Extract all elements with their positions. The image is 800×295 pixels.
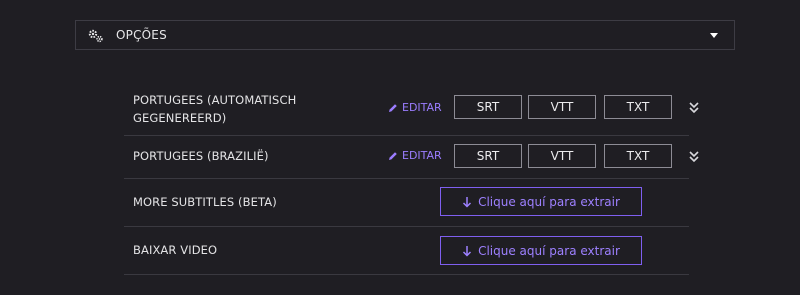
pencil-icon bbox=[389, 151, 397, 160]
edit-link[interactable]: EDITAR bbox=[388, 101, 442, 114]
edit-link[interactable]: EDITAR bbox=[388, 149, 442, 162]
txt-download-button[interactable]: TXT bbox=[604, 144, 672, 168]
download-video-label: BAIXAR VIDEO bbox=[133, 243, 218, 257]
subtitle-row-auto: PORTUGEES (AUTOMATISCH GEGENEREERD) EDIT… bbox=[124, 89, 699, 136]
extract-subtitles-button[interactable]: Clique aquí para extrair bbox=[440, 187, 642, 216]
arrow-down-icon bbox=[463, 245, 472, 257]
options-toggle-bar[interactable]: OPÇÕES bbox=[75, 20, 735, 50]
extract-video-button[interactable]: Clique aquí para extrair bbox=[440, 236, 642, 265]
options-title: OPÇÕES bbox=[116, 28, 167, 42]
srt-download-button[interactable]: SRT bbox=[454, 95, 522, 119]
txt-download-button[interactable]: TXT bbox=[604, 95, 672, 119]
chevrons-down-icon[interactable] bbox=[688, 150, 700, 164]
subtitle-label: PORTUGEES (AUTOMATISCH GEGENEREERD) bbox=[133, 93, 297, 125]
vtt-download-button[interactable]: VTT bbox=[528, 95, 596, 119]
subtitle-row-brazil: PORTUGEES (BRAZILIË) EDITAR SRT VTT TXT bbox=[124, 135, 699, 179]
arrow-down-icon bbox=[463, 196, 472, 208]
pencil-icon bbox=[389, 103, 397, 112]
vtt-download-button[interactable]: VTT bbox=[528, 144, 596, 168]
srt-download-button[interactable]: SRT bbox=[454, 144, 522, 168]
download-video-row: BAIXAR VIDEO Clique aquí para extrair bbox=[124, 226, 689, 275]
more-subtitles-row: MORE SUBTITLES (BETA) Clique aquí para e… bbox=[124, 178, 689, 227]
chevrons-down-icon[interactable] bbox=[688, 101, 700, 115]
caret-down-icon[interactable] bbox=[710, 33, 718, 38]
more-subtitles-label: MORE SUBTITLES (BETA) bbox=[133, 195, 277, 209]
gears-icon bbox=[88, 29, 103, 43]
subtitle-label: PORTUGEES (BRAZILIË) bbox=[133, 149, 269, 163]
